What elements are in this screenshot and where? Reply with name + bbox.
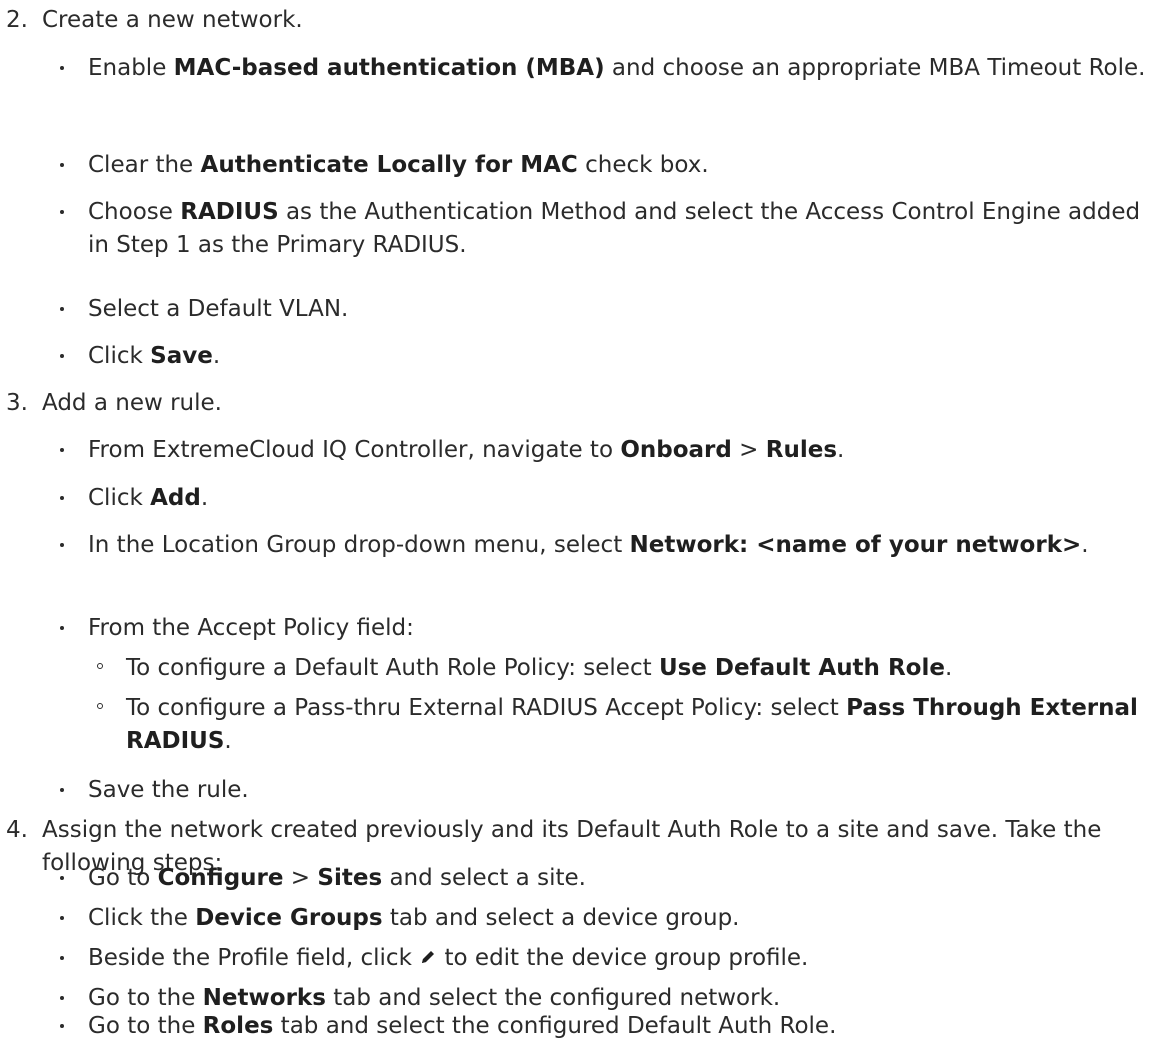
bullet-dot: [60, 916, 64, 920]
bullet-dot: [60, 543, 64, 547]
list-item-text: Beside the Profile field, click to edit …: [88, 942, 1158, 976]
list-item-text: Click Save.: [88, 343, 221, 369]
list-item-text: From the Accept Policy field:: [88, 615, 414, 641]
step-number: 3.: [6, 390, 28, 416]
bullet-dot: [60, 307, 64, 311]
list-item-text: Clear the Authenticate Locally for MAC c…: [88, 152, 709, 178]
document-body: 2. Create a new network. Enable MAC-base…: [0, 0, 1162, 1039]
step-text: Add a new rule.: [42, 390, 222, 416]
pencil-icon: [419, 943, 437, 976]
list-item-text: Go to the Roles tab and select the confi…: [88, 1013, 837, 1039]
list-item-text: In the Location Group drop-down menu, se…: [88, 532, 1089, 558]
list-item-text: Enable MAC-based authentication (MBA) an…: [88, 55, 1146, 81]
bullet-dot: [60, 788, 64, 792]
bullet-dot: [60, 163, 64, 167]
list-item-text: Select a Default VLAN.: [88, 296, 349, 322]
bullet-dot: [60, 448, 64, 452]
bullet-dot: [60, 354, 64, 358]
bullet-dot: [60, 626, 64, 630]
bullet-dot: [60, 876, 64, 880]
bullet-dot: [60, 1024, 64, 1028]
list-item-text: Click Add.: [88, 485, 209, 511]
bullet-dot: [60, 956, 64, 960]
list-item-text: Save the rule.: [88, 777, 249, 803]
bullet-dot: [60, 996, 64, 1000]
step-number: 4.: [6, 817, 28, 843]
bullet-dot: [60, 210, 64, 214]
bullet-dot: [60, 496, 64, 500]
step-number: 2.: [6, 7, 28, 33]
list-item-text: Go to Configure > Sites and select a sit…: [88, 865, 586, 891]
sub-bullet-circle: [97, 663, 103, 669]
sub-bullet-circle: [97, 703, 103, 709]
list-item-text: From ExtremeCloud IQ Controller, navigat…: [88, 437, 845, 463]
list-item-text: Choose RADIUS as the Authentication Meth…: [88, 199, 1141, 258]
list-item-text: Click the Device Groups tab and select a…: [88, 905, 740, 931]
sub-list-item-text: To configure a Pass-thru External RADIUS…: [126, 695, 1138, 754]
step-text: Create a new network.: [42, 7, 303, 33]
bullet-dot: [60, 66, 64, 70]
sub-list-item-text: To configure a Default Auth Role Policy:…: [126, 655, 953, 681]
